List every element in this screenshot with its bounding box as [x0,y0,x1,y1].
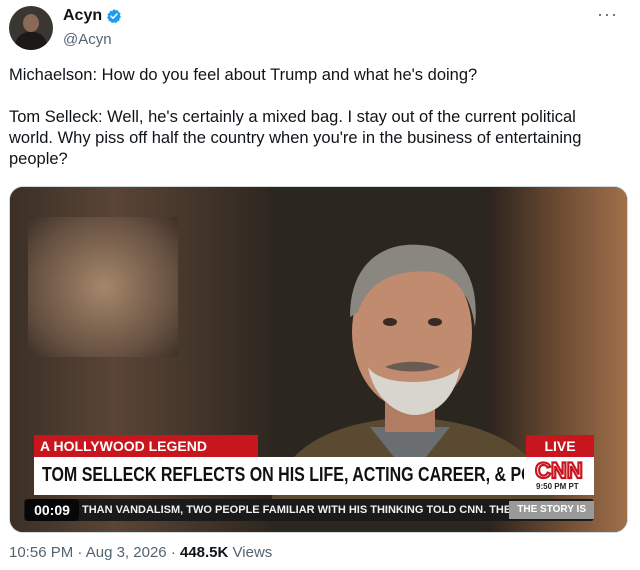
tweet-time[interactable]: 10:56 PM [9,544,73,561]
headline-bar: TOM SELLECK REFLECTS ON HIS LIFE, ACTING… [34,457,584,495]
broadcast-time: 9:50 PM PT [536,482,579,491]
verified-badge-icon [107,9,122,24]
cnn-logo-icon: CNN [534,459,584,481]
tweet-date[interactable]: Aug 3, 2026 [86,544,167,561]
ticker-tag: THE STORY IS [509,501,594,519]
live-badge: LIVE [526,435,594,457]
author-display-name[interactable]: Acyn [63,7,102,25]
news-ticker: THAN VANDALISM, TWO PEOPLE FAMILIAR WITH… [24,499,594,521]
avatar-head [23,14,39,32]
more-options-icon[interactable]: ··· [597,4,618,25]
cnn-bug: CNN 9:50 PM PT [524,457,594,495]
author-name-row: Acyn [63,7,122,25]
author-avatar[interactable] [9,6,53,50]
meta-separator: · [170,544,176,561]
ticker-text: THAN VANDALISM, TWO PEOPLE FAMILIAR WITH… [82,504,512,516]
avatar-body [15,32,47,50]
meta-separator: · [77,544,83,561]
tweet-paragraph: Tom Selleck: Well, he's certainly a mixe… [9,108,582,168]
tweet-text: Michaelson: How do you feel about Trump … [9,65,624,170]
tweet-meta: 10:56 PM · Aug 3, 2026 · 448.5K Views [9,544,272,561]
svg-text:CNN: CNN [535,459,583,481]
video-lamp-glow [28,217,178,357]
views-label: Views [232,544,273,561]
author-handle[interactable]: @Acyn [63,31,112,48]
views-count: 448.5K [179,544,229,561]
chyron-headline: TOM SELLECK REFLECTS ON HIS LIFE, ACTING… [42,464,585,486]
lower-third-label: A HOLLYWOOD LEGEND [34,435,258,457]
video-player[interactable]: A HOLLYWOOD LEGEND LIVE TOM SELLECK REFL… [9,186,628,533]
tweet-paragraph: Michaelson: How do you feel about Trump … [9,66,478,84]
video-timer: 00:09 [25,499,79,521]
